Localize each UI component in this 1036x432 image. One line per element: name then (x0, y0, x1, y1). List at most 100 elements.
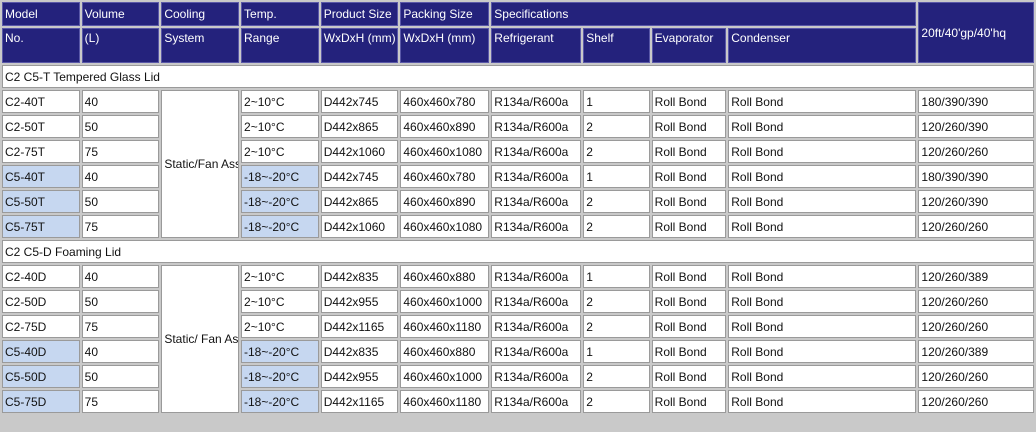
volume-cell: 75 (81, 140, 160, 163)
container-load-cell: 180/390/390 (918, 165, 1034, 188)
header-evaporator: Evaporator (651, 28, 727, 63)
model-no-cell: C5-50T (2, 190, 80, 213)
shelf-cell: 2 (583, 140, 650, 163)
condenser-cell: Roll Bond (728, 390, 917, 413)
volume-cell: 75 (81, 315, 160, 338)
packing-size-cell: 460x460x1180 (400, 390, 490, 413)
shelf-cell: 2 (583, 390, 650, 413)
temp-range-cell: -18~-20°C (241, 215, 319, 238)
refrigerant-cell: R134a/R600a (491, 165, 582, 188)
shelf-cell: 2 (583, 290, 650, 313)
model-no-cell: C2-50D (2, 290, 80, 313)
header-packing-dims: WxDxH (mm) (400, 28, 490, 63)
header-condenser: Condenser (728, 28, 917, 63)
evaporator-cell: Roll Bond (651, 365, 727, 388)
temp-range-cell: 2~10°C (241, 315, 319, 338)
section-header: C2 C5-D Foaming Lid (2, 240, 1034, 263)
header-specifications: Specifications (491, 2, 917, 26)
evaporator-cell: Roll Bond (651, 165, 727, 188)
model-no-cell: C2-50T (2, 115, 80, 138)
container-load-cell: 120/260/389 (918, 265, 1034, 288)
table-row: C5-50T 50 -18~-20°C D442x865 460x460x890 R134… (2, 190, 1034, 213)
volume-cell: 75 (81, 215, 160, 238)
packing-size-cell: 460x460x890 (400, 190, 490, 213)
evaporator-cell: Roll Bond (651, 390, 727, 413)
product-size-cell: D442x835 (320, 340, 399, 363)
packing-size-cell: 460x460x780 (400, 90, 490, 113)
refrigerant-cell: R134a/R600a (491, 265, 582, 288)
container-load-cell: 120/260/260 (918, 390, 1034, 413)
table-row: C5-75T 75 -18~-20°C D442x1060 460x460x1080 R1… (2, 215, 1034, 238)
packing-size-cell: 460x460x1000 (400, 290, 490, 313)
model-no-cell: C2-75D (2, 315, 80, 338)
header-volume-unit: (L) (81, 28, 160, 63)
table-row: C5-40D 40 -18~-20°C D442x835 460x460x880 R134… (2, 340, 1034, 363)
temp-range-cell: -18~-20°C (241, 340, 319, 363)
container-load-cell: 120/260/390 (918, 190, 1034, 213)
table-row: C2-40T40Static/Fan Assisted Cooling2~10°… (2, 90, 1034, 238)
evaporator-cell: Roll Bond (651, 190, 727, 213)
table-row: C2-50D 50 2~10°C D442x955 460x460x1000 R134a/… (2, 290, 1034, 313)
product-size-cell: D442x745 (320, 90, 399, 113)
shelf-cell: 1 (583, 165, 650, 188)
shelf-cell: 1 (583, 340, 650, 363)
container-load-cell: 120/260/260 (918, 215, 1034, 238)
product-size-cell: D442x865 (320, 115, 399, 138)
evaporator-cell: Roll Bond (651, 265, 727, 288)
condenser-cell: Roll Bond (728, 265, 917, 288)
packing-size-cell: 460x460x890 (400, 115, 490, 138)
packing-size-cell: 460x460x1000 (400, 365, 490, 388)
condenser-cell: Roll Bond (728, 290, 917, 313)
evaporator-cell: Roll Bond (651, 140, 727, 163)
shelf-cell: 2 (583, 315, 650, 338)
packing-size-cell: 460x460x880 (400, 265, 490, 288)
section-title: C2 C5-D Foaming Lid (2, 240, 1034, 263)
container-load-cell: 120/260/260 (918, 290, 1034, 313)
evaporator-cell: Roll Bond (651, 315, 727, 338)
temp-range-cell: 2~10°C (241, 265, 319, 288)
refrigerant-cell: R134a/R600a (491, 215, 582, 238)
refrigerant-cell: R134a/R600a (491, 90, 582, 113)
condenser-cell: Roll Bond (728, 90, 917, 113)
packing-size-cell: 460x460x1180 (400, 315, 490, 338)
header-model-no: No. (2, 28, 80, 63)
product-size-cell: D442x835 (320, 265, 399, 288)
refrigerant-cell: R134a/R600a (491, 340, 582, 363)
header-row-1: Model Volume Cooling Temp. Product Size … (2, 2, 1034, 63)
product-size-cell: D442x955 (320, 365, 399, 388)
table-row: C2-50T 50 2~10°C D442x865 460x460x890 R134a/R… (2, 115, 1034, 138)
evaporator-cell: Roll Bond (651, 290, 727, 313)
product-size-cell: D442x865 (320, 190, 399, 213)
model-no-cell: C5-40T (2, 165, 80, 188)
model-no-cell: C2-75T (2, 140, 80, 163)
model-no-cell: C2-40D (2, 265, 80, 288)
volume-cell: 40 (81, 90, 160, 113)
condenser-cell: Roll Bond (728, 140, 917, 163)
condenser-cell: Roll Bond (728, 115, 917, 138)
header-model: Model (2, 2, 80, 26)
condenser-cell: Roll Bond (728, 190, 917, 213)
volume-cell: 50 (81, 365, 160, 388)
header-product-size: Product Size (320, 2, 399, 26)
condenser-cell: Roll Bond (728, 365, 917, 388)
header-packing-size: Packing Size (400, 2, 490, 26)
model-no-cell: C2-40T (2, 90, 80, 113)
shelf-cell: 1 (583, 90, 650, 113)
packing-size-cell: 460x460x1080 (400, 215, 490, 238)
header-product-dims: WxDxH (mm) (320, 28, 399, 63)
shelf-cell: 1 (583, 265, 650, 288)
condenser-cell: Roll Bond (728, 315, 917, 338)
product-size-cell: D442x1165 (320, 390, 399, 413)
temp-range-cell: -18~-20°C (241, 390, 319, 413)
model-no-cell: C5-75D (2, 390, 80, 413)
table-row: C2-40D40Static/ Fan Assisted Cooling2~10… (2, 265, 1034, 413)
cooling-system-cell: Static/Fan Assisted Cooling (161, 90, 240, 238)
section-title: C2 C5-T Tempered Glass Lid (2, 65, 1034, 88)
refrigerant-cell: R134a/R600a (491, 365, 582, 388)
section-header: C2 C5-T Tempered Glass Lid (2, 65, 1034, 88)
container-load-cell: 120/260/260 (918, 365, 1034, 388)
table-row: C5-75D 75 -18~-20°C D442x1165 460x460x1180 R1… (2, 390, 1034, 413)
volume-cell: 50 (81, 190, 160, 213)
cooling-system-cell: Static/ Fan Assisted Cooling (161, 265, 240, 413)
shelf-cell: 2 (583, 215, 650, 238)
